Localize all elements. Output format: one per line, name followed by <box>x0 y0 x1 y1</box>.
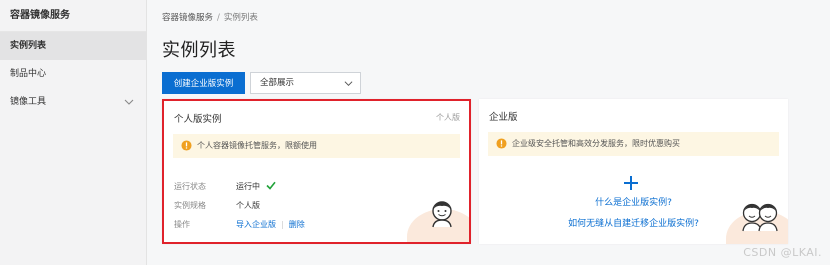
plus-icon[interactable] <box>623 175 639 191</box>
sidebar-item-artifact-center[interactable]: 制品中心 <box>0 60 146 88</box>
avatar-icon <box>742 203 778 232</box>
spec-value: 个人版 <box>236 201 260 210</box>
check-icon <box>265 181 276 190</box>
breadcrumb: 容器镜像服务 / 实例列表 <box>162 11 258 23</box>
notice-banner: 企业级安全托管和高效分发服务，限时优惠购买 <box>488 132 779 156</box>
spec-label: 实例规格 <box>174 201 206 210</box>
delete-link[interactable]: 删除 <box>289 220 305 229</box>
main-content: 容器镜像服务 / 实例列表 实例列表 创建企业版实例 全部展示 个人版实例 个人版 … <box>147 0 830 265</box>
sidebar-title: 容器镜像服务 <box>0 0 146 32</box>
sidebar-item-image-tools[interactable]: 镜像工具 <box>0 88 146 116</box>
edition-tag: 个人版 <box>436 113 460 122</box>
ops-row: 操作 导入企业版 | 删除 <box>174 219 305 230</box>
warning-icon <box>496 138 507 149</box>
import-enterprise-link[interactable]: 导入企业版 <box>236 220 276 229</box>
sidebar: 容器镜像服务 实例列表 制品中心 镜像工具 <box>0 0 147 265</box>
status-label: 运行状态 <box>174 182 206 191</box>
caret-down-icon <box>344 81 353 87</box>
notice-text: 企业级安全托管和高效分发服务，限时优惠购买 <box>512 139 680 148</box>
card-title: 企业版 <box>489 112 518 123</box>
ops-label: 操作 <box>174 220 190 229</box>
chevron-down-icon[interactable] <box>124 97 134 107</box>
enterprise-instance-card[interactable]: 企业版 企业级安全托管和高效分发服务，限时优惠购买 什么是企业版实例? 如何无缝… <box>479 99 788 244</box>
filter-selected-value: 全部展示 <box>260 78 295 88</box>
create-enterprise-instance-button[interactable]: 创建企业版实例 <box>162 72 245 94</box>
status-row: 运行状态 运行中 <box>174 181 276 192</box>
sidebar-item-instance-list[interactable]: 实例列表 <box>0 32 146 60</box>
instance-filter-select[interactable]: 全部展示 <box>250 72 361 94</box>
spec-row: 实例规格 个人版 <box>174 200 260 211</box>
ops-divider: | <box>281 220 284 229</box>
breadcrumb-root[interactable]: 容器镜像服务 <box>162 13 213 23</box>
status-value: 运行中 <box>236 182 260 191</box>
warning-icon <box>181 140 192 151</box>
notice-banner: 个人容器镜像托管服务，限额使用 <box>173 134 460 158</box>
card-title: 个人版实例 <box>174 114 222 125</box>
personal-instance-card[interactable]: 个人版实例 个人版 个人容器镜像托管服务，限额使用 运行状态 运行中 实例规格 个人… <box>162 99 471 244</box>
page-title: 实例列表 <box>162 40 236 61</box>
watermark: CSDN @LKAI. <box>743 246 822 259</box>
avatar-icon <box>432 201 452 228</box>
breadcrumb-current: 实例列表 <box>223 13 258 23</box>
breadcrumb-separator: / <box>217 13 220 23</box>
sidebar-item-label: 镜像工具 <box>10 97 47 107</box>
notice-text: 个人容器镜像托管服务，限额使用 <box>197 141 317 150</box>
